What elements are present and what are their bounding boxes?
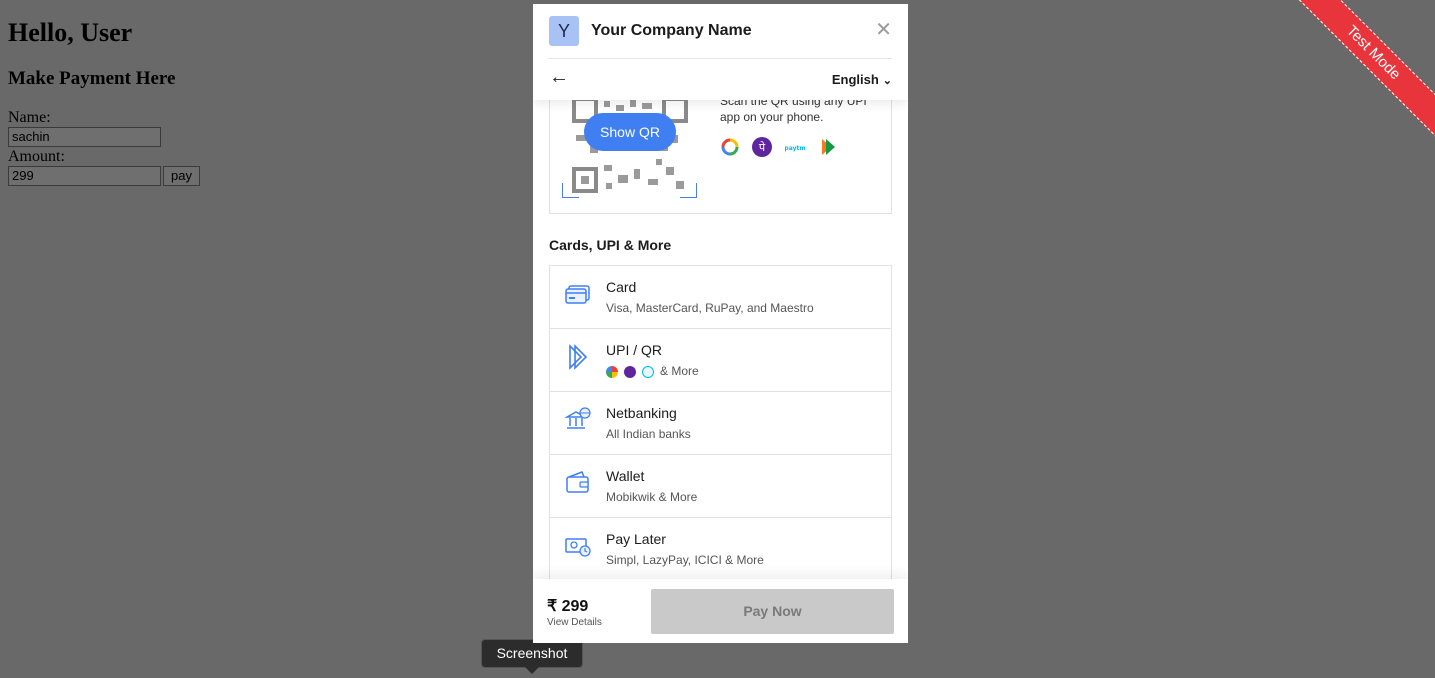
method-upi[interactable]: UPI / QR & More [550,329,891,392]
language-label: English [831,72,879,87]
payment-methods-list: Card Visa, MasterCard, RuPay, and Maestr… [549,265,892,581]
svg-text:पे: पे [759,141,766,154]
qr-frame-corner [562,183,579,198]
qr-frame-corner [680,183,697,198]
company-logo: Y [549,16,579,46]
pay-button[interactable]: pay [163,166,200,186]
screenshot-tooltip: Screenshot [481,639,583,668]
test-mode-label: Test Mode [1295,0,1435,140]
method-title: Pay Later [606,531,666,547]
wallet-icon [566,471,589,493]
payment-heading: Make Payment Here [8,68,176,89]
tooltip-arrow [525,667,539,674]
paytm-icon: paytm [785,145,805,152]
test-mode-ribbon: Test Mode [1295,0,1435,140]
chevron-down-icon: ⌄ [882,75,892,87]
method-subtitle: Simpl, LazyPay, ICICI & More [606,553,764,567]
upi-app-icons: पे paytm [720,137,845,157]
bank-icon [564,407,591,429]
amount-input[interactable]: 299 [8,166,161,186]
total-amount: ₹ 299 [547,598,589,615]
method-title: UPI / QR [606,342,663,358]
method-title: Card [606,279,637,295]
paytm-icon [642,365,654,378]
phonepe-icon: पे [752,137,773,157]
method-wallet[interactable]: Wallet Mobikwik & More [550,455,891,518]
checkout-modal: Show QR Scan the QR using any UPI app on… [533,4,908,643]
method-title: Wallet [606,468,645,484]
method-subtitle: Mobikwik & More [606,490,698,504]
arrow-left-icon[interactable]: ← [549,66,569,89]
card-icon [565,285,590,304]
method-pay-later[interactable]: Pay Later Simpl, LazyPay, ICICI & More [550,518,891,580]
gpay-icon [721,138,739,156]
method-subtitle: All Indian banks [606,427,691,441]
greeting-heading: Hello, User [8,18,133,47]
view-details-link[interactable]: View Details [547,617,602,628]
method-title: Netbanking [606,405,677,421]
method-subtitle: & More [606,364,699,378]
method-card[interactable]: Card Visa, MasterCard, RuPay, and Maestr… [550,266,891,329]
pay-now-button[interactable]: Pay Now [651,589,894,634]
checkout-footer: ₹ 299 View Details Pay Now [533,579,908,643]
show-qr-button[interactable]: Show QR [584,113,676,151]
bhim-icon [822,139,836,155]
upi-more-label: & More [660,364,699,378]
checkout-header: Y Your Company Name ✕ ← English ⌄ [533,4,908,100]
header-divider [549,58,892,59]
gpay-icon [606,365,618,378]
phonepe-icon [624,365,636,378]
svg-text:paytm: paytm [785,145,805,152]
name-label: Name: [8,109,51,126]
company-name: Your Company Name [591,22,752,39]
pay-later-icon [565,538,591,557]
upi-icon [569,344,588,370]
merchant-page: Hello, User Make Payment Here Name: sach… [0,0,208,194]
method-subtitle: Visa, MasterCard, RuPay, and Maestro [606,301,814,315]
close-icon[interactable]: ✕ [875,20,892,40]
name-input[interactable]: sachin [8,127,161,147]
amount-label: Amount: [8,148,65,165]
language-selector[interactable]: English ⌄ [832,72,892,87]
method-netbanking[interactable]: Netbanking All Indian banks [550,392,891,455]
payment-methods-heading: Cards, UPI & More [549,237,672,253]
